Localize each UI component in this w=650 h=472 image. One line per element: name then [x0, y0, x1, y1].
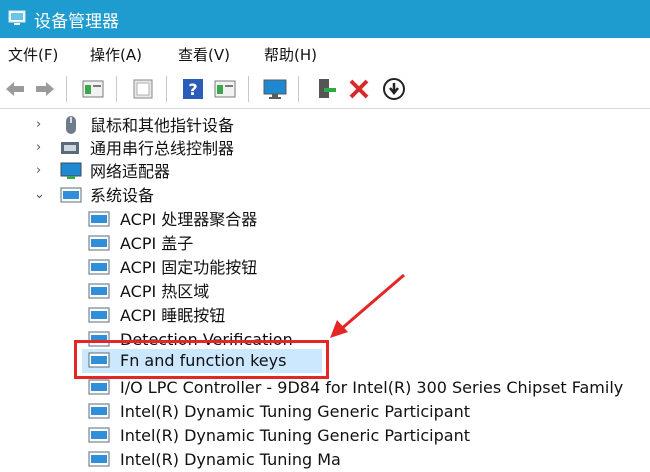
tree-device-item[interactable]: ACPI 处理器聚合器: [0, 208, 650, 232]
tree-device-label: ACPI 处理器聚合器: [120, 210, 258, 229]
tree-category-network[interactable]: › 网络适配器: [0, 160, 650, 184]
tree-category-label: 鼠标和其他指针设备: [90, 116, 235, 135]
toolbar: ?: [0, 70, 650, 109]
tree-device-label: ACPI 热区域: [120, 282, 210, 301]
menu-bar: 文件(F) 操作(A) 查看(V) 帮助(H): [0, 38, 650, 70]
tree-device-label: I/O LPC Controller - 9D84 for Intel(R) 3…: [120, 378, 624, 397]
toolbar-separator: [166, 76, 167, 102]
device-tree: › 鼠标和其他指针设备 › 通用串行总线控制器 › 网络适配器 ⌄ 系统设备 A…: [0, 108, 650, 469]
tree-category-system[interactable]: ⌄ 系统设备: [0, 184, 650, 208]
tree-category-usb[interactable]: › 通用串行总线控制器: [0, 137, 650, 161]
uninstall-icon[interactable]: [346, 76, 372, 102]
back-icon[interactable]: [2, 76, 28, 102]
menu-view[interactable]: 查看(V): [178, 44, 230, 65]
tree-device-label: ACPI 盖子: [120, 234, 194, 253]
tree-device-item[interactable]: Intel(R) Dynamic Tuning Ma: [0, 448, 650, 472]
svg-text:?: ?: [188, 80, 197, 99]
chevron-right-icon[interactable]: ›: [36, 117, 48, 132]
chevron-down-icon[interactable]: ⌄: [34, 187, 46, 202]
menu-action[interactable]: 操作(A): [90, 44, 142, 65]
tree-device-item[interactable]: ACPI 盖子: [0, 232, 650, 256]
annotation-highlight-box: [74, 340, 329, 379]
forward-icon[interactable]: [32, 76, 58, 102]
tree-device-label: Intel(R) Dynamic Tuning Ma: [120, 450, 341, 469]
tree-device-label: ACPI 固定功能按钮: [120, 258, 258, 277]
tree-device-item[interactable]: ACPI 睡眠按钮: [0, 304, 650, 328]
tree-device-label: Intel(R) Dynamic Tuning Generic Particip…: [120, 402, 470, 421]
tree-device-item[interactable]: Intel(R) Dynamic Tuning Generic Particip…: [0, 400, 650, 424]
system-device-icon: [88, 211, 110, 227]
tree-device-label: ACPI 睡眠按钮: [120, 306, 226, 325]
system-device-icon: [88, 451, 110, 467]
system-device-icon: [88, 379, 110, 395]
enable-device-icon[interactable]: [381, 76, 407, 102]
usb-icon: [61, 142, 79, 154]
system-device-icon: [88, 403, 110, 419]
show-hidden-icon[interactable]: [130, 76, 156, 102]
menu-file[interactable]: 文件(F): [8, 44, 58, 65]
toolbar-separator: [248, 76, 249, 102]
system-device-icon: [88, 307, 110, 323]
properties-icon[interactable]: [80, 76, 106, 102]
device-manager-icon: [8, 10, 26, 25]
help-icon[interactable]: ?: [180, 76, 206, 102]
window-title: 设备管理器: [34, 12, 119, 32]
add-legacy-icon[interactable]: [312, 76, 338, 102]
tree-device-item[interactable]: I/O LPC Controller - 9D84 for Intel(R) 3…: [0, 376, 650, 400]
toolbar-separator: [116, 76, 117, 102]
system-device-icon: [88, 283, 110, 299]
system-device-icon: [88, 259, 110, 275]
menu-help[interactable]: 帮助(H): [264, 44, 317, 65]
chevron-right-icon[interactable]: ›: [36, 163, 48, 178]
system-device-icon: [88, 235, 110, 251]
tree-device-label: Intel(R) Dynamic Tuning Generic Particip…: [120, 426, 470, 445]
chevron-right-icon[interactable]: ›: [36, 140, 48, 155]
update-driver-icon[interactable]: [212, 76, 238, 102]
system-device-icon: [88, 427, 110, 443]
mouse-icon: [66, 116, 76, 134]
scan-hardware-icon[interactable]: [262, 76, 288, 102]
network-adapter-icon: [60, 162, 82, 179]
toolbar-separator: [66, 76, 67, 102]
title-bar: 设备管理器: [0, 0, 650, 38]
tree-category-label: 系统设备: [90, 186, 155, 205]
toolbar-separator: [298, 76, 299, 102]
tree-device-item[interactable]: Intel(R) Dynamic Tuning Generic Particip…: [0, 424, 650, 448]
tree-device-item[interactable]: ACPI 固定功能按钮: [0, 256, 650, 280]
tree-category-mice[interactable]: › 鼠标和其他指针设备: [0, 114, 650, 138]
tree-category-label: 网络适配器: [90, 162, 171, 181]
system-devices-icon: [60, 187, 82, 203]
tree-device-item[interactable]: ACPI 热区域: [0, 280, 650, 304]
tree-category-label: 通用串行总线控制器: [90, 139, 235, 158]
